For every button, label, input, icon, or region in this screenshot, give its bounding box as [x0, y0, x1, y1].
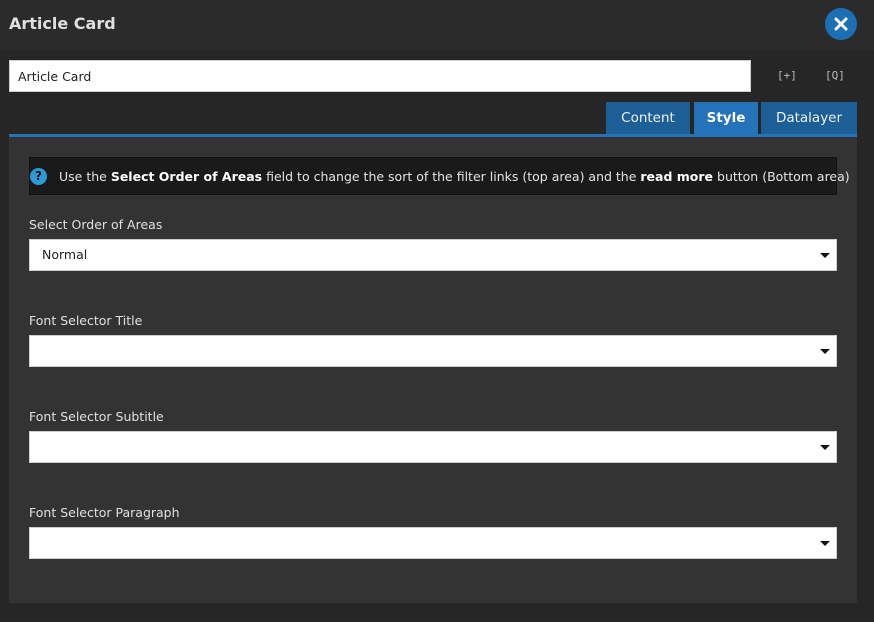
chevron-down-icon — [820, 445, 830, 450]
font-subtitle-label: Font Selector Subtitle — [29, 409, 164, 424]
tab-datalayer[interactable]: Datalayer — [761, 102, 857, 134]
tab-style[interactable]: Style — [694, 102, 758, 134]
dialog-header: Article Card — [0, 0, 874, 50]
font-subtitle-select[interactable] — [29, 431, 837, 463]
order-areas-label: Select Order of Areas — [29, 217, 163, 232]
font-title-select[interactable] — [29, 335, 837, 367]
element-name-input[interactable] — [9, 60, 751, 92]
font-title-label: Font Selector Title — [29, 313, 143, 328]
preview-button[interactable]: [Q] — [825, 66, 845, 86]
chevron-down-icon — [820, 349, 830, 354]
order-areas-select[interactable]: Normal — [29, 239, 837, 271]
info-message: Use the Select Order of Areas field to c… — [59, 168, 850, 184]
tab-content[interactable]: Content — [606, 102, 690, 134]
chevron-down-icon — [820, 541, 830, 546]
question-circle-icon: ? — [30, 167, 47, 185]
expand-button[interactable]: [+] — [777, 66, 797, 86]
chevron-down-icon — [820, 253, 830, 258]
info-box: ? Use the Select Order of Areas field to… — [29, 157, 850, 195]
font-paragraph-label: Font Selector Paragraph — [29, 505, 180, 520]
dialog-title: Article Card — [9, 14, 116, 33]
order-areas-value: Normal — [42, 247, 88, 262]
close-icon — [834, 17, 848, 31]
font-paragraph-select[interactable] — [29, 527, 837, 559]
close-button[interactable] — [825, 8, 857, 40]
style-panel: ? Use the Select Order of Areas field to… — [9, 137, 857, 603]
